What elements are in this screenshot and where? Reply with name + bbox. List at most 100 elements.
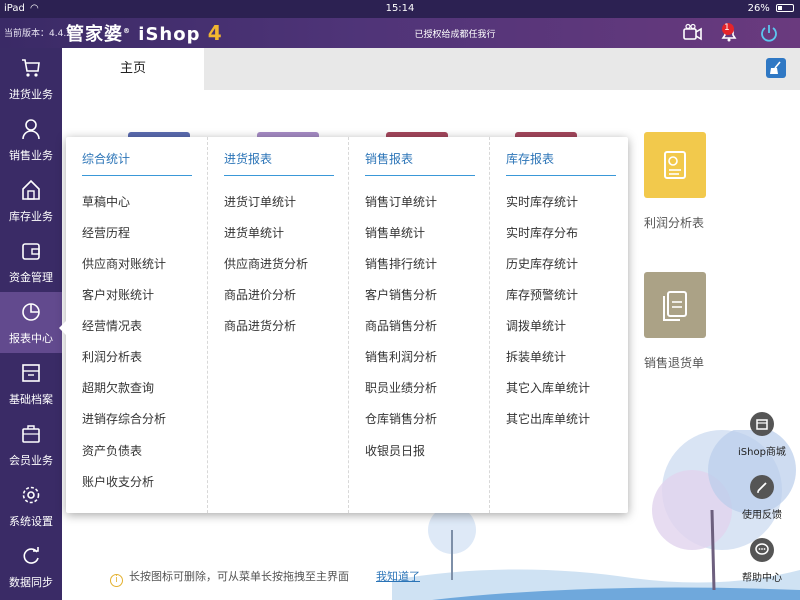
shop-icon — [756, 419, 768, 430]
sidebar-item-inventory[interactable]: 库存业务 — [0, 170, 62, 231]
sidebar-item-label: 库存业务 — [9, 210, 53, 223]
column-title: 销售报表 — [365, 152, 414, 166]
bell-icon[interactable]: 1 — [718, 22, 740, 44]
menu-item[interactable]: 草稿中心 — [82, 193, 130, 210]
menu-item[interactable]: 客户对账统计 — [82, 286, 154, 303]
menu-item[interactable]: 仓库销售分析 — [365, 410, 437, 427]
dismiss-tip-link[interactable]: 我知道了 — [376, 568, 420, 584]
pen-icon — [757, 482, 767, 493]
documents-icon — [663, 291, 687, 321]
menu-item[interactable]: 商品销售分析 — [365, 317, 437, 334]
column-title: 库存报表 — [506, 152, 555, 166]
menu-item[interactable]: 经营情况表 — [82, 317, 142, 334]
help-label: 帮助中心 — [742, 573, 782, 584]
sales-return-tile[interactable] — [644, 272, 706, 338]
sync-icon — [23, 547, 39, 564]
menu-item[interactable]: 职员业绩分析 — [365, 379, 437, 396]
menu-item[interactable]: 其它出库单统计 — [506, 410, 590, 427]
clear-tabs-icon[interactable] — [766, 58, 786, 78]
house-icon — [22, 179, 40, 200]
sidebar-item-funds[interactable]: 资金管理 — [0, 231, 62, 292]
column-title: 综合统计 — [82, 152, 131, 166]
clock: 15:14 — [385, 3, 415, 14]
menu-item[interactable]: 其它入库单统计 — [506, 379, 590, 396]
tip-text: 长按图标可删除，可从菜单长按拖拽至主界面 — [129, 570, 349, 583]
camera-icon[interactable] — [681, 22, 703, 44]
help-button[interactable] — [750, 538, 774, 562]
menu-item[interactable]: 库存预警统计 — [506, 286, 578, 303]
menu-item[interactable]: 资产负债表 — [82, 442, 142, 459]
column-underline — [82, 175, 192, 176]
sidebar-item-sales[interactable]: 销售业务 — [0, 109, 62, 170]
menu-item[interactable]: 客户销售分析 — [365, 286, 437, 303]
menu-item[interactable]: 进货订单统计 — [224, 193, 296, 210]
power-icon[interactable] — [758, 22, 780, 44]
sidebar-item-label: 销售业务 — [9, 149, 53, 162]
menu-column-sales: 销售报表 销售订单统计 销售单统计 销售排行统计 客户销售分析 商品销售分析 销… — [348, 137, 489, 513]
menu-item[interactable]: 销售订单统计 — [365, 193, 437, 210]
tab-home[interactable]: 主页 — [62, 48, 204, 90]
menu-item[interactable]: 销售单统计 — [365, 224, 425, 241]
menu-item[interactable]: 商品进货分析 — [224, 317, 296, 334]
menu-item[interactable]: 进货单统计 — [224, 224, 284, 241]
report-menu: 综合统计 草稿中心 经营历程 供应商对账统计 客户对账统计 经营情况表 利润分析… — [59, 137, 628, 513]
document-chart-icon — [664, 151, 686, 179]
sidebar: 进货业务 销售业务 库存业务 资金管理 报表中心 基础档案 会员业务 系统设置 … — [0, 48, 62, 600]
sidebar-item-members[interactable]: 会员业务 — [0, 414, 62, 475]
sidebar-item-purchase[interactable]: 进货业务 — [0, 48, 62, 109]
feedback-button[interactable] — [750, 475, 774, 499]
feedback-label: 使用反馈 — [742, 510, 782, 521]
menu-item[interactable]: 商品进价分析 — [224, 286, 296, 303]
cart-icon — [22, 59, 40, 77]
notification-badge: 1 — [724, 23, 730, 33]
pie-chart-icon — [22, 303, 40, 321]
gear-icon — [22, 486, 40, 504]
info-icon: i — [110, 574, 123, 587]
sidebar-item-label: 会员业务 — [9, 454, 53, 467]
menu-item[interactable]: 收银员日报 — [365, 442, 425, 459]
tab-bar: 主页 — [62, 48, 800, 90]
battery-status: 26% — [748, 3, 794, 14]
sidebar-item-archive[interactable]: 基础档案 — [0, 353, 62, 414]
menu-item[interactable]: 供应商进货分析 — [224, 255, 308, 272]
menu-column-purchase: 进货报表 进货订单统计 进货单统计 供应商进货分析 商品进价分析 商品进货分析 — [207, 137, 348, 513]
wallet-icon — [22, 243, 40, 260]
sidebar-item-label: 资金管理 — [9, 271, 53, 284]
menu-item[interactable]: 实时库存分布 — [506, 224, 578, 241]
sidebar-item-label: 进货业务 — [9, 88, 53, 101]
archive-icon — [22, 364, 40, 382]
column-title: 进货报表 — [224, 152, 273, 166]
menu-item[interactable]: 利润分析表 — [82, 348, 142, 365]
profit-analysis-label: 利润分析表 — [644, 216, 705, 230]
menu-item[interactable]: 经营历程 — [82, 224, 130, 241]
sidebar-item-settings[interactable]: 系统设置 — [0, 475, 62, 536]
sidebar-item-label: 基础档案 — [9, 393, 53, 406]
battery-percent: 26% — [747, 3, 770, 14]
menu-item[interactable]: 供应商对账统计 — [82, 255, 166, 272]
menu-item[interactable]: 拆装单统计 — [506, 348, 566, 365]
sidebar-item-label: 报表中心 — [9, 332, 53, 345]
sidebar-item-reports[interactable]: 报表中心 — [0, 292, 62, 353]
menu-item[interactable]: 超期欠款查询 — [82, 379, 154, 396]
menu-item[interactable]: 销售利润分析 — [365, 348, 437, 365]
menu-item[interactable]: 历史库存统计 — [506, 255, 578, 272]
status-bar: iPad ◠ 15:14 26% — [0, 0, 800, 18]
chat-icon — [755, 543, 769, 555]
tip-bar: i 长按图标可删除，可从菜单长按拖拽至主界面 我知道了 — [110, 568, 420, 587]
menu-item[interactable]: 实时库存统计 — [506, 193, 578, 210]
sales-return-label: 销售退货单 — [644, 356, 705, 370]
menu-item[interactable]: 进销存综合分析 — [82, 410, 166, 427]
profit-analysis-tile[interactable] — [644, 132, 706, 198]
shop-button[interactable] — [750, 412, 774, 436]
sidebar-item-label: 数据同步 — [9, 576, 53, 589]
menu-item[interactable]: 调拨单统计 — [506, 317, 566, 334]
sidebar-item-sync[interactable]: 数据同步 — [0, 536, 62, 597]
briefcase-icon — [22, 425, 40, 443]
column-underline — [224, 175, 334, 176]
menu-column-summary: 综合统计 草稿中心 经营历程 供应商对账统计 客户对账统计 经营情况表 利润分析… — [66, 137, 207, 513]
menu-item[interactable]: 销售排行统计 — [365, 255, 437, 272]
column-underline — [365, 175, 475, 176]
shop-label: iShop商城 — [738, 447, 786, 458]
battery-icon — [776, 4, 794, 12]
menu-item[interactable]: 账户收支分析 — [82, 473, 154, 490]
